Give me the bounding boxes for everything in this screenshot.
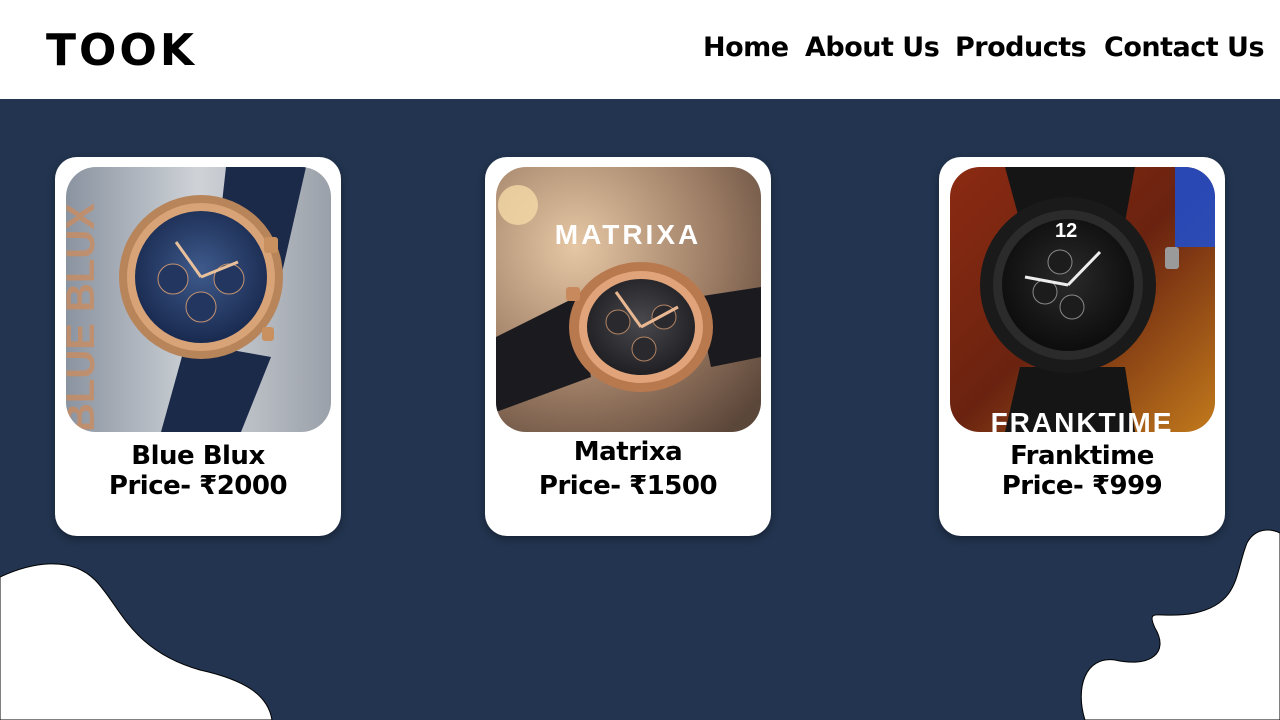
product-price: Price- ₹999 <box>1001 471 1163 501</box>
product-card-matrixa[interactable]: MATRIXA Matrixa Price- ₹1500 <box>485 157 771 536</box>
brand-logo[interactable]: TOOK <box>46 25 197 77</box>
nav-home-link[interactable]: Home <box>703 30 789 66</box>
site-header: TOOK Home About Us Products Contact Us <box>0 0 1280 99</box>
product-price: Price- ₹2000 <box>108 471 288 501</box>
nav-contact-link[interactable]: Contact Us <box>1104 30 1265 66</box>
image-watermark-text: MATRIXA <box>555 219 701 250</box>
decorative-blob-right <box>1080 529 1280 720</box>
product-image[interactable]: 12 FRANKTIME <box>950 167 1215 432</box>
decorative-blob-left <box>0 563 273 720</box>
image-watermark-text: BLUE BLUX <box>66 203 103 432</box>
product-image[interactable]: BLUE BLUX <box>66 167 331 432</box>
image-watermark-text: FRANKTIME <box>991 407 1174 432</box>
product-image[interactable]: MATRIXA <box>496 167 761 432</box>
product-name: Franktime <box>1010 441 1154 471</box>
nav-about-link[interactable]: About Us <box>805 30 940 66</box>
svg-text:12: 12 <box>1055 220 1077 242</box>
product-name: Matrixa <box>573 437 683 467</box>
nav-products-link[interactable]: Products <box>955 30 1087 66</box>
product-name: Blue Blux <box>131 441 265 471</box>
product-card-blue-blux[interactable]: BLUE BLUX Blue Blux Price- ₹2000 <box>55 157 341 536</box>
product-price: Price- ₹1500 <box>538 471 718 501</box>
product-card-franktime[interactable]: 12 FRANKTIME Franktime Price- ₹999 <box>939 157 1225 536</box>
